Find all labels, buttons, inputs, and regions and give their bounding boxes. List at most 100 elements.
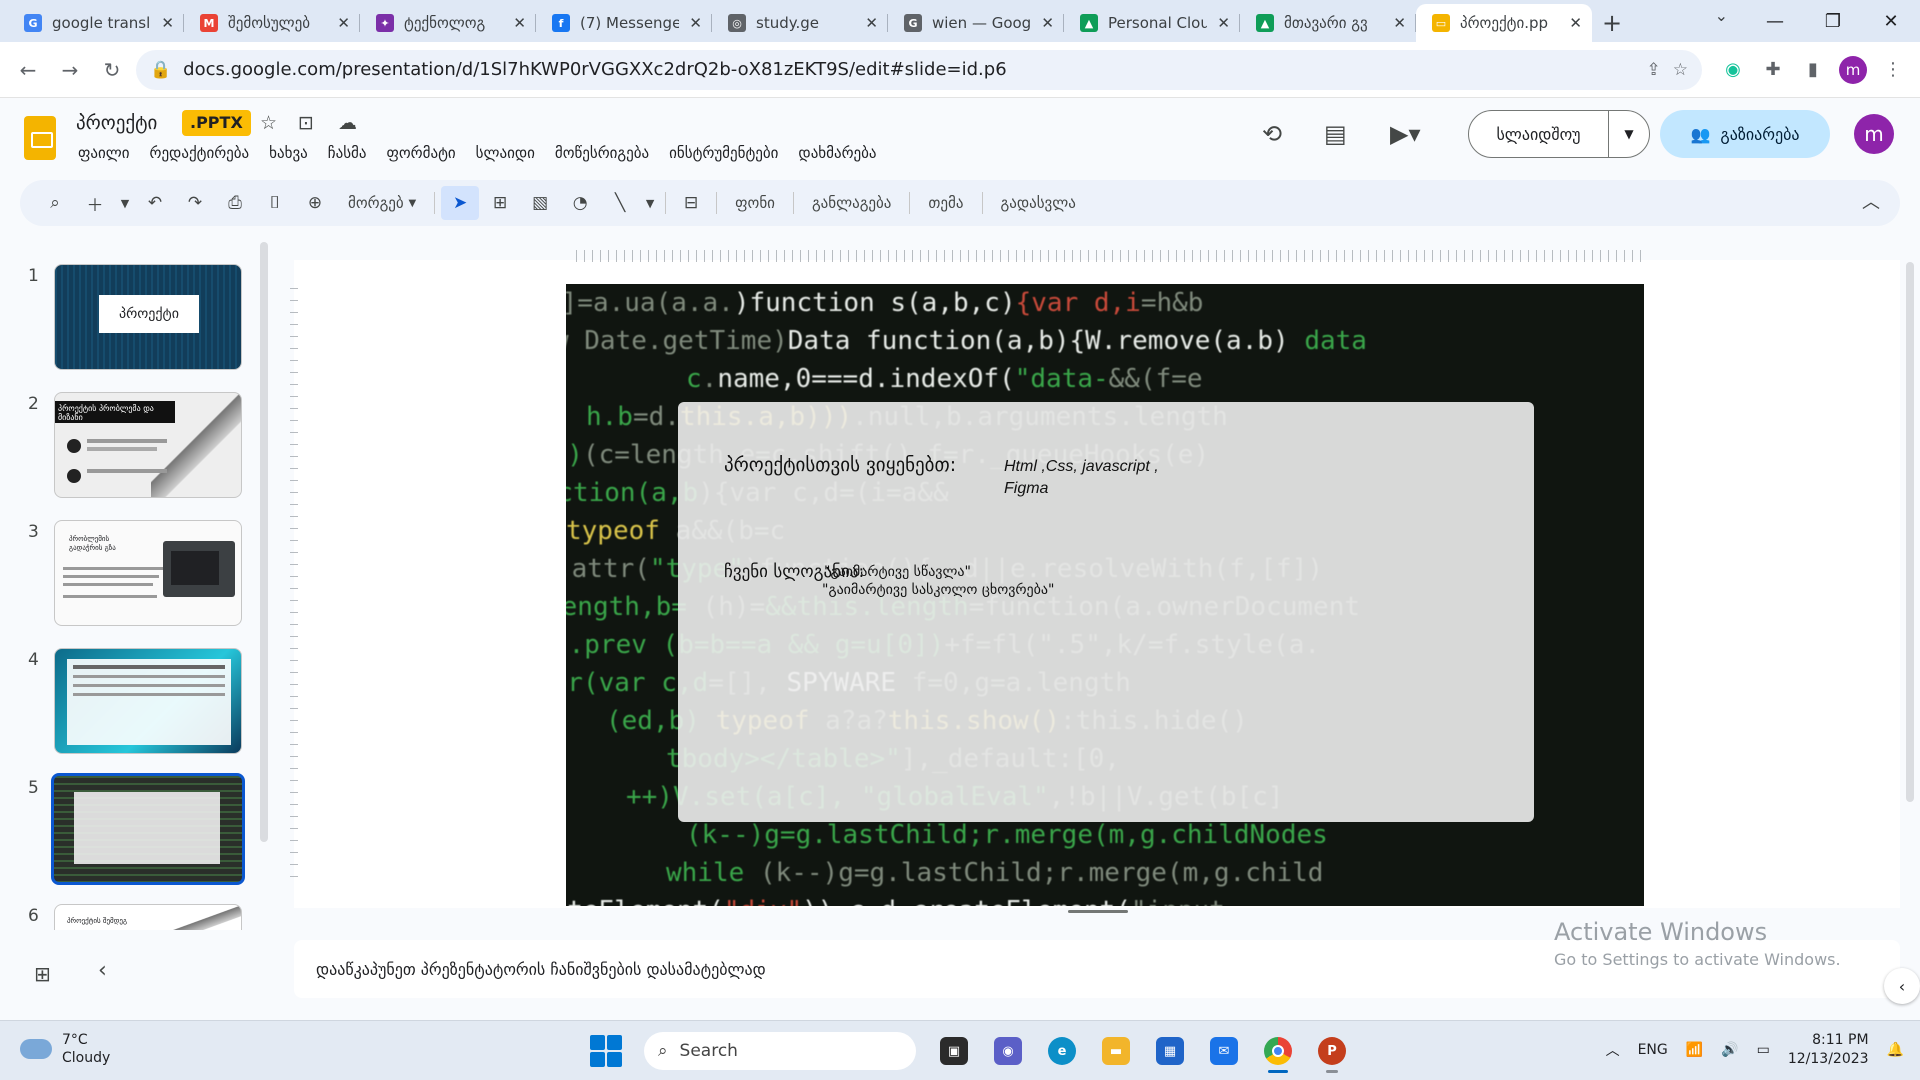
menu-item[interactable]: ხახვა — [259, 144, 318, 162]
language-indicator[interactable]: ENG — [1638, 1042, 1668, 1058]
slide-thumbnail-1[interactable]: პროექტი — [54, 264, 242, 370]
new-tab-button[interactable]: + — [1592, 4, 1632, 42]
mail-button[interactable]: ✉ — [1202, 1029, 1246, 1073]
account-avatar[interactable]: m — [1854, 114, 1894, 154]
line-icon[interactable]: ╲ — [601, 186, 639, 220]
edge-button[interactable]: e — [1040, 1029, 1084, 1073]
paint-format-icon[interactable]: ⌷ — [256, 186, 294, 220]
version-history-icon[interactable]: ⟲ — [1262, 120, 1282, 148]
print-icon[interactable]: ⎙ — [216, 186, 254, 220]
search-menus-icon[interactable]: ⌕ — [36, 186, 74, 220]
background-button[interactable]: ფონი — [723, 186, 787, 220]
tab-close-icon[interactable]: ✕ — [1393, 14, 1406, 32]
slide-thumbnail-4[interactable] — [54, 648, 242, 754]
share-button[interactable]: 👥 გაზიარება — [1660, 110, 1830, 158]
menu-item[interactable]: ფაილი — [68, 144, 140, 162]
slideshow-button[interactable]: სლაიდშოუ ▼ — [1468, 110, 1650, 158]
start-button[interactable] — [584, 1029, 628, 1073]
cloud-status-icon[interactable]: ☁ — [338, 112, 357, 134]
slideshow-label[interactable]: სლაიდშოუ — [1469, 111, 1609, 157]
browser-tab[interactable]: Gwien — Goog ✕ — [888, 4, 1064, 42]
zoom-icon[interactable]: ⊕ — [296, 186, 334, 220]
slide-thumbnail-5[interactable] — [51, 773, 245, 885]
canvas-scrollbar[interactable] — [1906, 262, 1914, 802]
clock[interactable]: 8:11 PM 12/13/2023 — [1788, 1031, 1869, 1069]
browser-tab[interactable]: f (7) Messenge ✕ — [536, 4, 712, 42]
meet-camera-icon[interactable]: ▶▾ — [1390, 120, 1421, 148]
move-folder-icon[interactable]: ⊡ — [298, 112, 314, 134]
browser-tab[interactable]: ▲ მთავარი გვ ✕ — [1240, 4, 1416, 42]
line-dropdown-icon[interactable]: ▼ — [641, 186, 659, 220]
side-panel-toggle-chevron-icon[interactable]: ‹ — [1884, 968, 1920, 1004]
browser-tab[interactable]: ◎ study.ge ✕ — [712, 4, 888, 42]
select-cursor-icon[interactable]: ➤ — [441, 186, 480, 220]
chrome-button[interactable] — [1256, 1029, 1300, 1073]
tab-close-icon[interactable]: ✕ — [513, 14, 526, 32]
menu-item[interactable]: ჩასმა — [318, 144, 377, 162]
tools-value[interactable]: Html ,Css, javascript , Figma — [1004, 456, 1184, 500]
menu-item[interactable]: მოწესრიგება — [545, 144, 659, 162]
menu-item[interactable]: ფორმატი — [377, 144, 466, 162]
add-comment-icon[interactable]: ⊟ — [672, 186, 710, 220]
grid-view-icon[interactable]: ⊞ — [34, 962, 51, 986]
browser-tab[interactable]: Mშემოსულებ ✕ — [184, 4, 360, 42]
lock-icon[interactable]: 🔒 — [150, 60, 171, 80]
url-text[interactable]: docs.google.com/presentation/d/1Sl7hKWP0… — [183, 59, 1634, 80]
slideshow-dropdown-icon[interactable]: ▼ — [1609, 111, 1649, 157]
tab-close-icon[interactable]: ✕ — [1041, 14, 1054, 32]
collapse-filmstrip-chevron-icon[interactable]: ‹ — [98, 958, 107, 983]
extensions-puzzle-icon[interactable]: ✚ — [1756, 53, 1790, 87]
close-window-button[interactable]: ✕ — [1862, 0, 1920, 42]
maximize-button[interactable]: ❐ — [1804, 0, 1862, 42]
slides-logo-icon[interactable] — [24, 116, 56, 160]
star-icon[interactable]: ☆ — [260, 112, 277, 134]
redo-icon[interactable]: ↷ — [176, 186, 214, 220]
taskbar-search[interactable]: ⌕ Search — [644, 1032, 916, 1070]
menu-item[interactable]: რედაქტირება — [140, 144, 260, 162]
transition-button[interactable]: გადასვლა — [989, 186, 1088, 220]
browser-tab[interactable]: ▭ პროექტი.pp ✕ — [1416, 4, 1592, 42]
weather-widget[interactable]: 7°C Cloudy — [20, 1031, 110, 1067]
browser-tab[interactable]: ▲ Personal Clou ✕ — [1064, 4, 1240, 42]
tools-label[interactable]: პროექტისთვის ვიყენებთ: — [724, 454, 956, 476]
menu-item[interactable]: სლაიდი — [466, 144, 545, 162]
file-explorer-button[interactable]: ▬ — [1094, 1029, 1138, 1073]
tab-close-icon[interactable]: ✕ — [1217, 14, 1230, 32]
zoom-select[interactable]: მორგებ ▼ — [336, 186, 428, 220]
collapse-toolbar-chevron-icon[interactable]: ︿ — [1862, 188, 1880, 214]
tab-close-icon[interactable]: ✕ — [689, 14, 702, 32]
slogan-line-2[interactable]: "გაიმარტივე სასკოლო ცხოვრება" — [822, 582, 1054, 598]
back-button[interactable]: ← — [10, 52, 46, 88]
address-bar[interactable]: 🔒 docs.google.com/presentation/d/1Sl7hKW… — [136, 49, 1702, 90]
new-slide-dropdown-icon[interactable]: ▼ — [116, 186, 134, 220]
undo-icon[interactable]: ↶ — [136, 186, 174, 220]
text-box-icon[interactable]: ⊞ — [481, 186, 519, 220]
powerpoint-button[interactable]: P — [1310, 1029, 1354, 1073]
vertical-ruler[interactable] — [290, 288, 298, 888]
tab-close-icon[interactable]: ✕ — [865, 14, 878, 32]
slide-thumbnail-2[interactable]: პროექტის პრობლემა და მიზანი — [54, 392, 242, 498]
current-slide[interactable]: e]=a.ua(a.a.)function s(a,b,c){var d,i=h… — [566, 284, 1644, 906]
insert-image-icon[interactable]: ▧ — [521, 186, 559, 220]
browser-tab[interactable]: Ggoogle transl ✕ — [8, 4, 184, 42]
tab-search-chevron-icon[interactable]: ⌄ — [1715, 6, 1728, 25]
share-page-icon[interactable]: ⇪ — [1647, 60, 1661, 80]
grammarly-extension-icon[interactable]: ◉ — [1716, 53, 1750, 87]
new-slide-icon[interactable]: ＋ — [76, 186, 114, 220]
reload-button[interactable]: ↻ — [94, 52, 130, 88]
horizontal-ruler[interactable] — [576, 250, 1646, 262]
slide-thumbnail-6[interactable]: პროექტის შემდეგ — [54, 904, 242, 930]
minimize-button[interactable]: — — [1746, 0, 1804, 42]
side-panel-icon[interactable]: ▮ — [1796, 53, 1830, 87]
forward-button[interactable]: → — [52, 52, 88, 88]
menu-item[interactable]: დახმარება — [788, 144, 886, 162]
profile-avatar[interactable]: m — [1836, 53, 1870, 87]
menu-item[interactable]: ინსტრუმენტები — [659, 144, 788, 162]
slide-thumbnail-3[interactable]: პრობლემის გადაჭრის გზა — [54, 520, 242, 626]
tab-close-icon[interactable]: ✕ — [1569, 14, 1582, 32]
volume-icon[interactable]: 🔊 — [1721, 1042, 1738, 1058]
browser-tab[interactable]: ✦ ტექნოლოგ ✕ — [360, 4, 536, 42]
chrome-menu-icon[interactable]: ⋮ — [1876, 53, 1910, 87]
layout-button[interactable]: განლაგება — [800, 186, 903, 220]
comments-icon[interactable]: ▤ — [1324, 120, 1347, 148]
